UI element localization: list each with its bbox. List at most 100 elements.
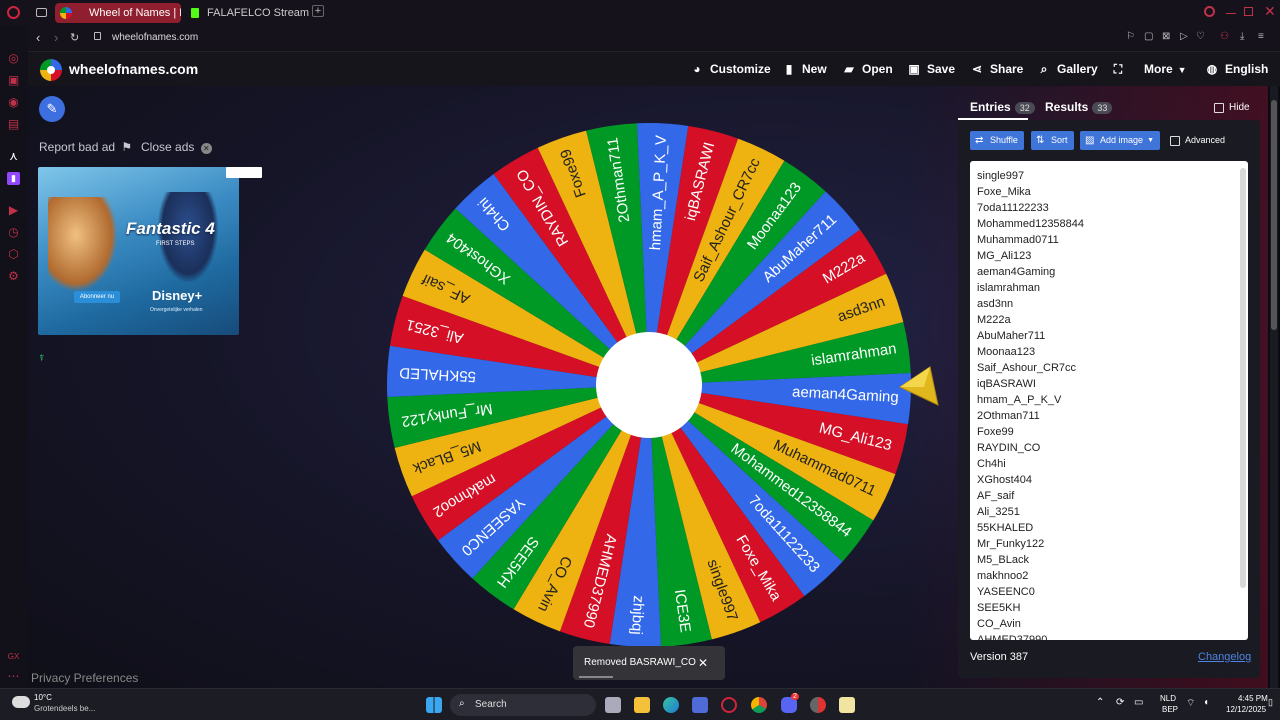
entry-line[interactable]: M5_BLack — [977, 554, 1029, 566]
weather-temp[interactable]: 10°C — [34, 693, 52, 702]
sidebar-extensions-icon[interactable]: ⬡ — [7, 248, 20, 261]
open-button[interactable]: ▰ Open — [842, 52, 892, 86]
download-icon[interactable]: ⤓ — [1240, 31, 1244, 42]
entry-line[interactable]: AHMED37990 — [977, 634, 1047, 640]
task-view-icon[interactable] — [605, 697, 621, 713]
toast-close-icon[interactable]: ✕ — [698, 646, 708, 680]
edit-wheel-button[interactable]: ✎ — [39, 96, 65, 122]
adblock-icon[interactable]: ⊠ — [1162, 31, 1170, 42]
bookmark-icon[interactable]: ⚐ — [1126, 31, 1135, 42]
entry-line[interactable]: asd3nn — [977, 298, 1013, 310]
entry-line[interactable]: XGhost404 — [977, 474, 1032, 486]
file-explorer-icon[interactable] — [634, 697, 650, 713]
changelog-link[interactable]: Changelog — [1198, 651, 1251, 663]
entry-line[interactable]: 7oda11122233 — [977, 202, 1049, 214]
entry-line[interactable]: single997 — [977, 170, 1024, 182]
entry-line[interactable]: Mr_Funky122 — [977, 538, 1044, 550]
browser-menu-icon[interactable]: ≡ — [1258, 31, 1264, 42]
forward-icon[interactable]: › — [54, 30, 58, 45]
entry-line[interactable]: M222a — [977, 314, 1011, 326]
entry-line[interactable]: AbuMaher711 — [977, 330, 1045, 342]
entry-line[interactable]: Mohammed12358844 — [977, 218, 1084, 230]
minimize-icon[interactable] — [1226, 13, 1236, 14]
search-tabs-icon[interactable] — [1204, 6, 1215, 17]
entry-line[interactable]: SEE5KH — [977, 602, 1020, 614]
entry-line[interactable]: Foxe_Mika — [977, 186, 1031, 198]
entry-line[interactable]: Muhammad0711 — [977, 234, 1059, 246]
clock-time[interactable]: 4:45 PM — [1238, 694, 1268, 703]
tray-chevron-icon[interactable]: ⌃ — [1096, 697, 1104, 708]
sidebar-wheel-icon[interactable]: ⋏ — [7, 150, 20, 163]
new-button[interactable]: ▮ New — [782, 52, 827, 86]
chrome-icon[interactable] — [751, 697, 767, 713]
entry-line[interactable]: hmam_A_P_K_V — [977, 394, 1061, 406]
entries-textarea[interactable]: single997 Foxe_Mika 7oda11122233 Mohammed12… — [970, 161, 1248, 640]
sidebar-settings-icon[interactable]: ⚙ — [7, 270, 20, 283]
gallery-button[interactable]: ⌕ Gallery — [1037, 52, 1098, 86]
tab-wheel-of-names[interactable]: Wheel of Names | Ran — [55, 3, 181, 23]
more-button[interactable]: More ▼ — [1144, 52, 1187, 86]
entry-line[interactable]: Foxe99 — [977, 426, 1014, 438]
entry-line[interactable]: makhnoo2 — [977, 570, 1028, 582]
snapshot-icon[interactable]: ▢ — [1144, 31, 1153, 42]
back-icon[interactable]: ‹ — [36, 30, 40, 45]
entry-line[interactable]: Ch4hi — [977, 458, 1006, 470]
opera-logo-icon[interactable] — [7, 6, 20, 19]
opera-gx-icon[interactable] — [721, 697, 737, 713]
entry-line[interactable]: YASEENC0 — [977, 586, 1035, 598]
shuffle-button[interactable]: ⇄ Shuffle — [970, 131, 1024, 150]
advanced-checkbox[interactable] — [1170, 136, 1180, 146]
reload-icon[interactable]: ↻ — [70, 31, 79, 44]
store-icon[interactable] — [692, 697, 708, 713]
wheel-logo-icon[interactable] — [40, 59, 62, 81]
url-field[interactable]: wheelofnames.com — [112, 32, 198, 43]
account-icon[interactable]: ⚇ — [1220, 31, 1229, 42]
privacy-preferences-link[interactable]: Privacy Preferences — [31, 671, 138, 685]
add-image-button[interactable]: ▨ Add image ▼ — [1080, 131, 1160, 150]
sidebar-aria-icon[interactable]: ◎ — [7, 52, 20, 65]
report-bad-ad-link[interactable]: Report bad ad ⚑ — [39, 140, 132, 154]
sidebar-messenger-icon[interactable]: ◉ — [7, 96, 20, 109]
ad-banner[interactable]: Fantastic 4 FIRST STEPS Abonneer nu Disn… — [38, 167, 239, 335]
close-window-icon[interactable]: ✕ — [1264, 3, 1276, 20]
close-ads-link[interactable]: Close ads ✕ — [141, 140, 212, 154]
language-button[interactable]: ◍ English — [1205, 52, 1269, 86]
entry-line[interactable]: RAYDIN_CO — [977, 442, 1040, 454]
tray-folder-icon[interactable]: ▭ — [1134, 697, 1143, 708]
tab-entries[interactable]: Entries 32 — [970, 100, 1035, 114]
tab-falafelco-stream[interactable]: FALAFELCO Stream - Wat — [185, 3, 309, 23]
entry-line[interactable]: CO_Avin — [977, 618, 1021, 630]
edge-icon[interactable] — [663, 697, 679, 713]
clock-date[interactable]: 12/12/2025 — [1226, 705, 1266, 714]
sidebar-news-icon[interactable]: ▤ — [7, 118, 20, 131]
sidebar-history-icon[interactable]: ◷ — [7, 226, 20, 239]
entries-scrollbar[interactable] — [1240, 168, 1246, 588]
entry-line[interactable]: AF_saif — [977, 490, 1014, 502]
site-name[interactable]: wheelofnames.com — [69, 61, 198, 77]
tray-sync-icon[interactable]: ⟳ — [1116, 697, 1124, 708]
wheel-center[interactable] — [596, 332, 702, 438]
fullscreen-button[interactable]: ⛶ — [1111, 52, 1131, 86]
notes-icon[interactable] — [839, 697, 855, 713]
hide-checkbox[interactable] — [1214, 103, 1224, 113]
entry-line[interactable]: 2Othman711 — [977, 410, 1040, 422]
share-button[interactable]: ⋖ Share — [970, 52, 1023, 86]
wheel-of-names[interactable]: aeman4GamingMG_Ali123Muhammad0711Mohamme… — [384, 120, 914, 650]
entry-line[interactable]: MG_Ali123 — [977, 250, 1031, 262]
windows-start-icon[interactable] — [426, 697, 442, 713]
taskbar-search[interactable]: ⌕ Search — [450, 694, 596, 716]
maximize-icon[interactable] — [1244, 7, 1253, 16]
sidebar-bag-icon[interactable]: ▣ — [7, 74, 20, 87]
ad-cta-button[interactable]: Abonneer nu — [74, 291, 120, 303]
tab-results[interactable]: Results 33 — [1045, 100, 1113, 114]
ad-choices-icon[interactable] — [226, 167, 262, 178]
heart-icon[interactable]: ♡ — [1196, 31, 1205, 42]
page-scrollbar-thumb[interactable] — [1271, 100, 1277, 330]
tab-menu-icon[interactable] — [36, 8, 47, 17]
network-icon[interactable]: ⌔ — [1186, 697, 1195, 710]
entry-line[interactable]: Ali_3251 — [977, 506, 1020, 518]
language-indicator[interactable]: NLD — [1160, 694, 1176, 703]
keyboard-layout[interactable]: BEP — [1162, 705, 1178, 714]
customize-button[interactable]: ◕ Customize — [690, 52, 770, 86]
entry-line[interactable]: aeman4Gaming — [977, 266, 1055, 278]
